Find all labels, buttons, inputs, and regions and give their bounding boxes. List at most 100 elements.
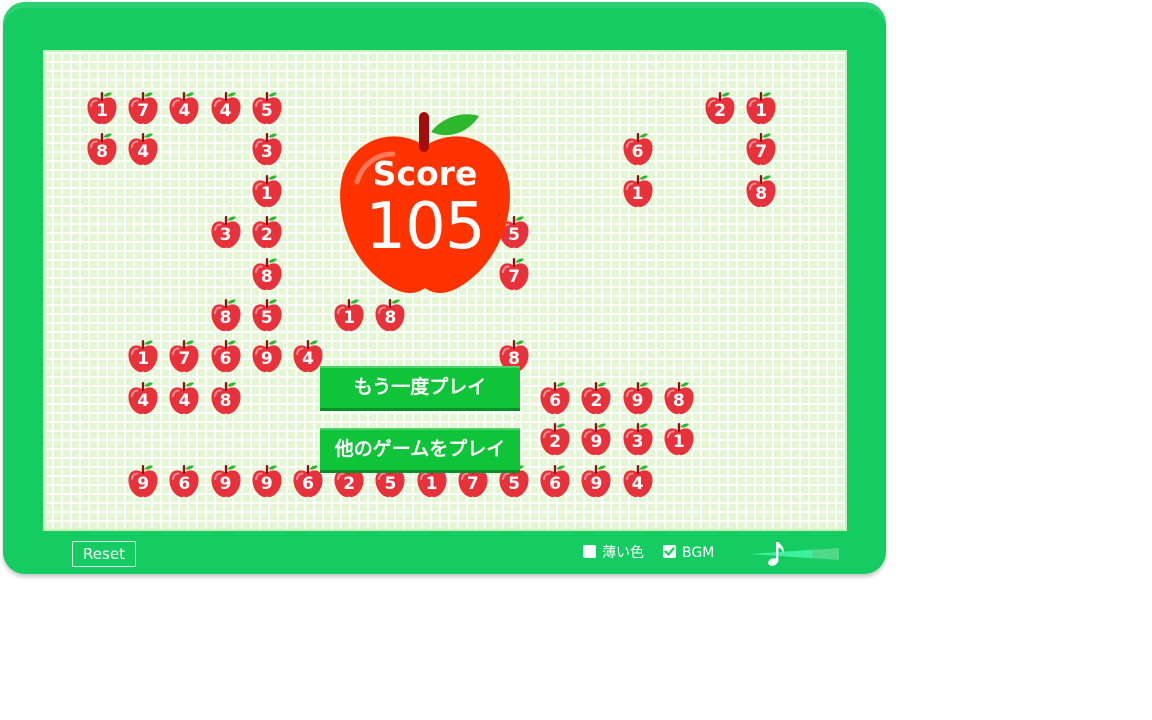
apple-number: 4 <box>219 101 232 121</box>
apple-tile[interactable]: 1 <box>86 91 118 125</box>
apple-number: 1 <box>96 101 108 121</box>
apple-number: 4 <box>631 473 644 494</box>
apple-number: 7 <box>137 101 150 121</box>
apple-tile[interactable]: 6 <box>210 339 242 373</box>
apple-number: 6 <box>549 390 562 411</box>
apple-tile[interactable]: 8 <box>374 298 406 332</box>
apple-tile[interactable]: 1 <box>251 174 283 208</box>
score-apple: Score 105 <box>333 112 517 298</box>
apple-number: 6 <box>549 473 562 494</box>
game-board[interactable]: 1744521843671183258785181769484486298293… <box>43 50 847 531</box>
apple-tile[interactable]: 8 <box>210 298 242 332</box>
apple-number: 8 <box>96 142 108 163</box>
apple-number: 4 <box>178 101 191 121</box>
apple-number: 6 <box>178 473 191 494</box>
apple-number: 1 <box>631 183 644 204</box>
reset-button[interactable]: Reset <box>72 541 136 567</box>
apple-number: 8 <box>219 390 232 411</box>
apple-number: 2 <box>343 473 356 494</box>
apple-number: 7 <box>466 473 479 494</box>
apple-tile[interactable]: 1 <box>622 174 654 208</box>
apple-number: 6 <box>631 142 644 163</box>
checkbox-checked-icon <box>664 547 675 556</box>
apple-tile[interactable]: 3 <box>210 215 242 249</box>
apple-tile[interactable]: 9 <box>580 422 612 456</box>
apple-tile[interactable]: 5 <box>251 91 283 125</box>
apple-number: 1 <box>260 183 273 204</box>
apple-tile[interactable]: 8 <box>745 174 777 208</box>
apple-tile[interactable]: 8 <box>251 257 283 291</box>
apple-tile[interactable]: 4 <box>127 132 159 166</box>
apple-number: 9 <box>590 432 603 453</box>
apple-number: 7 <box>755 142 768 163</box>
apple-tile[interactable]: 6 <box>539 464 571 498</box>
apple-tile[interactable]: 1 <box>745 91 777 125</box>
apple-number: 1 <box>755 101 768 121</box>
apple-tile[interactable]: 4 <box>622 464 654 498</box>
apple-tile[interactable]: 2 <box>580 381 612 415</box>
apple-tile[interactable]: 7 <box>745 132 777 166</box>
apple-tile[interactable]: 1 <box>333 298 365 332</box>
play-again-button[interactable]: もう一度プレイ <box>320 366 520 408</box>
apple-number: 9 <box>260 473 273 494</box>
score-label: Score <box>372 154 478 193</box>
apple-number: 8 <box>219 308 232 328</box>
apple-tile[interactable]: 4 <box>168 381 200 415</box>
apple-number: 4 <box>137 142 150 163</box>
score-value: 105 <box>365 190 485 264</box>
apple-tile[interactable]: 1 <box>663 422 695 456</box>
apple-number: 2 <box>549 432 562 453</box>
bgm-option[interactable]: BGM <box>663 544 733 562</box>
apple-tile[interactable]: 2 <box>704 91 736 125</box>
apple-tile[interactable]: 2 <box>251 215 283 249</box>
bgm-label: BGM <box>682 545 715 561</box>
apple-tile[interactable]: 2 <box>539 422 571 456</box>
apple-tile[interactable]: 9 <box>622 381 654 415</box>
apple-number: 5 <box>260 308 273 328</box>
apple-tile[interactable]: 8 <box>210 381 242 415</box>
apple-tile[interactable]: 5 <box>251 298 283 332</box>
apple-tile[interactable]: 7 <box>127 91 159 125</box>
apple-tile[interactable]: 6 <box>622 132 654 166</box>
apple-number: 6 <box>302 473 314 494</box>
apple-number: 4 <box>178 390 191 411</box>
apple-number: 2 <box>714 101 726 121</box>
volume-slider[interactable] <box>749 540 841 568</box>
apple-tile[interactable]: 8 <box>86 132 118 166</box>
play-other-games-button[interactable]: 他のゲームをプレイ <box>320 428 520 470</box>
apple-tile[interactable]: 4 <box>127 381 159 415</box>
apple-number: 1 <box>425 473 438 494</box>
apple-number: 9 <box>260 349 273 370</box>
apple-number: 3 <box>631 432 644 453</box>
apple-tile[interactable]: 9 <box>210 464 242 498</box>
apple-number: 1 <box>343 308 356 328</box>
apple-number: 9 <box>219 473 232 494</box>
apple-tile[interactable]: 6 <box>539 381 571 415</box>
apple-tile[interactable]: 3 <box>251 132 283 166</box>
apple-number: 2 <box>590 390 603 411</box>
apple-tile[interactable]: 9 <box>127 464 159 498</box>
apple-number: 3 <box>260 142 273 163</box>
apple-number: 5 <box>384 473 397 494</box>
light-color-checkbox[interactable] <box>583 545 596 558</box>
apple-tile[interactable]: 9 <box>251 339 283 373</box>
bgm-checkbox[interactable] <box>663 545 676 558</box>
apple-number: 3 <box>219 225 232 246</box>
light-color-label: 薄い色 <box>602 545 644 561</box>
apple-number: 8 <box>755 183 768 204</box>
apple-number: 5 <box>260 101 273 121</box>
apple-number: 9 <box>590 473 603 494</box>
apple-number: 5 <box>508 473 520 494</box>
apple-tile[interactable]: 4 <box>210 91 242 125</box>
apple-tile[interactable]: 1 <box>127 339 159 373</box>
apple-tile[interactable]: 8 <box>663 381 695 415</box>
apple-tile[interactable]: 4 <box>168 91 200 125</box>
apple-tile[interactable]: 9 <box>580 464 612 498</box>
apple-tile[interactable]: 6 <box>168 464 200 498</box>
apple-tile[interactable]: 3 <box>622 422 654 456</box>
apple-number: 9 <box>137 473 150 494</box>
apple-number: 7 <box>178 349 191 370</box>
light-color-option[interactable]: 薄い色 <box>583 544 663 562</box>
apple-tile[interactable]: 9 <box>251 464 283 498</box>
apple-tile[interactable]: 7 <box>168 339 200 373</box>
